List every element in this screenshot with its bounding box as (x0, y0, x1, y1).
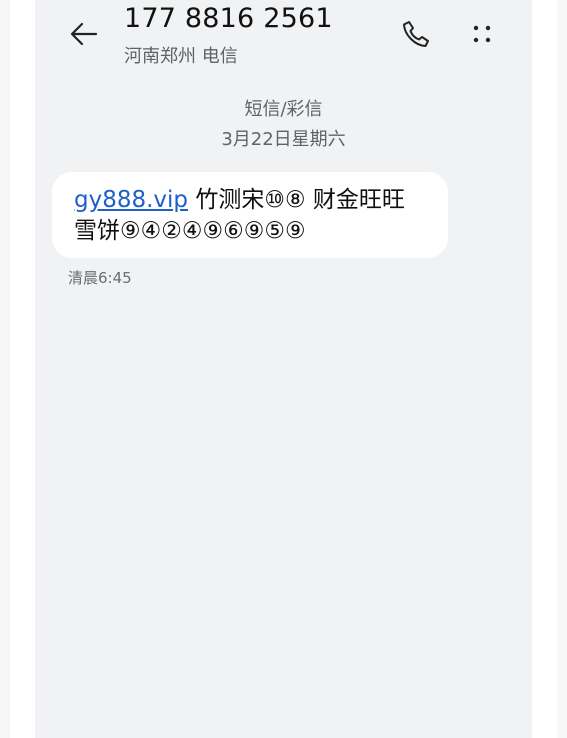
call-button[interactable] (396, 14, 436, 54)
message-bubble[interactable]: gy888.vip 竹测宋⑩⑧ 财金旺旺 雪饼⑨④②④⑨⑥⑨⑤⑨ (52, 172, 448, 258)
message-time: 清晨6:45 (68, 269, 132, 287)
more-options-button[interactable] (462, 14, 502, 54)
contact-number: 177 8816 2561 (124, 3, 333, 34)
arrow-left-icon (70, 22, 98, 46)
more-dots-icon (473, 25, 491, 43)
message-text-1: 竹测宋⑩⑧ 财金旺旺 (188, 187, 405, 213)
phone-icon (403, 21, 429, 47)
message-link[interactable]: gy888.vip (74, 187, 188, 213)
message-date-label: 3月22日星期六 (221, 129, 346, 150)
back-button[interactable] (64, 14, 104, 54)
contact-location: 河南郑州 电信 (124, 46, 238, 67)
message-line-1: gy888.vip 竹测宋⑩⑧ 财金旺旺 (74, 185, 428, 216)
message-text-2: 雪饼⑨④②④⑨⑥⑨⑤⑨ (74, 218, 306, 244)
message-type-label: 短信/彩信 (244, 99, 323, 120)
